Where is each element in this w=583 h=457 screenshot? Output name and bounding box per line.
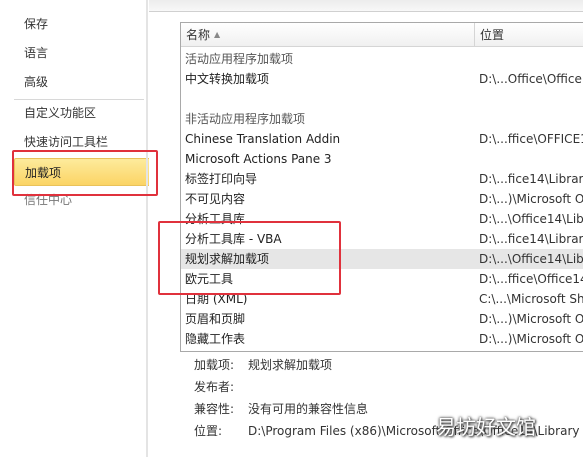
group-label: 非活动应用程序加载项 [185, 112, 306, 126]
addin-location: D:\...)\Microsoft Office [479, 332, 583, 346]
detail-compatibility-label: 兼容性: [194, 402, 235, 416]
table-row-selected[interactable]: 规划求解加载项 D:\...\Office14\Library\ [181, 249, 583, 269]
group-header-inactive: 非活动应用程序加载项 [181, 109, 583, 129]
addin-name: 页眉和页脚 [185, 312, 246, 326]
sidebar-item-customize-ribbon[interactable]: 自定义功能区 [24, 103, 96, 123]
addin-name: Microsoft Actions Pane 3 [185, 152, 332, 166]
table-row[interactable]: Microsoft Actions Pane 3 [181, 149, 583, 169]
addin-name: 中文转换加载项 [185, 72, 270, 86]
addin-location: D:\...fice14\Library\ [479, 172, 583, 186]
sidebar-divider [14, 99, 144, 100]
addins-list: 名称 ▲ 位置 活动应用程序加载项 中文转换加载项 D:\...Office\Of… [180, 22, 583, 352]
addin-location: D:\...ffice\OFFICE14\ [479, 132, 583, 146]
detail-compatibility-value: 没有可用的兼容性信息 [248, 402, 369, 416]
addin-name: 标签打印向导 [185, 172, 258, 186]
sidebar-item-save[interactable]: 保存 [24, 14, 48, 34]
addin-location: D:\...\Office14\Library\ [479, 252, 583, 266]
table-row[interactable]: 中文转换加载项 D:\...Office\Office14\ [181, 69, 583, 89]
group-header-active: 活动应用程序加载项 [181, 49, 583, 69]
addin-location: D:\...)\Microsoft Office [479, 192, 583, 206]
addins-list-header: 名称 ▲ 位置 [181, 23, 583, 47]
sort-ascending-icon: ▲ [214, 30, 221, 39]
table-row[interactable]: 分析工具库 - VBA D:\...fice14\Library\ [181, 229, 583, 249]
table-row[interactable]: 页眉和页脚 D:\...)\Microsoft Office [181, 309, 583, 329]
sidebar-item-language[interactable]: 语言 [24, 43, 48, 63]
addin-name: 日期 (XML) [185, 292, 248, 306]
addin-name: 分析工具库 [185, 212, 246, 226]
sidebar-item-advanced[interactable]: 高级 [24, 72, 48, 92]
addin-location: D:\...)\Microsoft Office [479, 312, 583, 326]
detail-publisher-label: 发布者: [194, 380, 235, 394]
addin-name: 不可见内容 [185, 192, 246, 206]
addin-name: 规划求解加载项 [185, 252, 270, 266]
addin-location: D:\...\Office14\Library\ [479, 212, 583, 226]
sidebar-item-addins[interactable]: 加载项 [14, 158, 152, 186]
table-row[interactable]: 标签打印向导 D:\...fice14\Library\ [181, 169, 583, 189]
addin-location: D:\...Office\Office14\ [479, 72, 583, 86]
addin-location: D:\...ffice\Office14\ [479, 272, 583, 286]
table-row[interactable]: 分析工具库 D:\...\Office14\Library\ [181, 209, 583, 229]
addin-name: Chinese Translation Addin [185, 132, 341, 146]
table-row[interactable]: 日期 (XML) C:\...\Microsoft Shared [181, 289, 583, 309]
addin-name: 隐藏工作表 [185, 332, 246, 346]
table-row[interactable]: 不可见内容 D:\...)\Microsoft Office [181, 189, 583, 209]
addin-location: D:\...fice14\Library\ [479, 232, 583, 246]
detail-addin-label: 加载项: [194, 358, 235, 372]
sidebar-item-trust-center[interactable]: 信任中心 [24, 190, 72, 210]
table-row[interactable]: 隐藏工作表 D:\...)\Microsoft Office [181, 329, 583, 349]
options-sidebar: 保存 语言 高级 自定义功能区 快速访问工具栏 加载项 信任中心 [0, 0, 152, 457]
section-header-strip [149, 0, 583, 12]
table-row[interactable]: Chinese Translation Addin D:\...ffice\OF… [181, 129, 583, 149]
sidebar-border [146, 0, 148, 457]
group-label: 活动应用程序加载项 [185, 52, 294, 66]
sidebar-item-quick-access-toolbar[interactable]: 快速访问工具栏 [24, 132, 108, 152]
table-row[interactable]: 欧元工具 D:\...ffice\Office14\ [181, 269, 583, 289]
watermark-text: 易坊好文馆 [436, 415, 536, 439]
detail-addin-value: 规划求解加载项 [248, 358, 333, 372]
detail-location-label: 位置: [194, 424, 223, 438]
addin-name: 欧元工具 [185, 272, 234, 286]
column-header-name[interactable]: 名称 ▲ [181, 23, 475, 47]
addin-location: C:\...\Microsoft Shared [479, 292, 583, 306]
column-header-name-label: 名称 [186, 28, 211, 42]
column-header-location[interactable]: 位置 [475, 23, 583, 47]
addin-name: 分析工具库 - VBA [185, 232, 282, 246]
